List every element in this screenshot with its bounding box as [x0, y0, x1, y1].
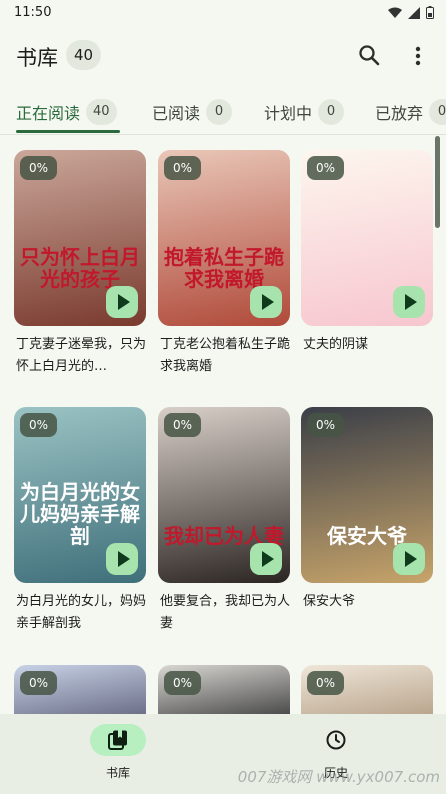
book-cover[interactable]: 0%: [301, 150, 433, 326]
play-icon: [261, 294, 274, 310]
book-card[interactable]: 我却已为人妻 0% 他要复合，我却已为人妻: [158, 407, 290, 647]
status-icons: [388, 6, 434, 19]
book-title: 为白月光的女儿，妈妈亲手解剖我: [16, 594, 147, 631]
book-card[interactable]: 0%: [158, 665, 290, 715]
tab-count-badge: 0: [429, 99, 446, 125]
tab-divider: [0, 134, 446, 135]
book-title: 保安大爷: [303, 594, 356, 609]
book-cover[interactable]: 0%: [158, 665, 290, 715]
more-vert-icon: [415, 46, 421, 66]
book-title: 丁克妻子迷晕我，只为怀上白月光的…: [16, 337, 147, 374]
nav-label: 书库: [105, 766, 130, 780]
book-card[interactable]: 保安大爷 0% 保安大爷: [301, 407, 433, 647]
nav-pill: [90, 724, 146, 756]
progress-badge: 0%: [164, 413, 202, 437]
status-bar: 11:50: [0, 0, 446, 26]
play-icon: [117, 294, 130, 310]
book-title: 他要复合，我却已为人妻: [160, 594, 291, 631]
app-bar: 书库 40: [0, 26, 446, 84]
nav-library[interactable]: 书库: [70, 724, 170, 788]
book-cover[interactable]: 为白月光的女儿妈妈亲手解剖 0%: [14, 407, 146, 583]
wifi-icon: [388, 7, 402, 18]
watermark: 007游戏网 www.yx007.com: [237, 768, 440, 786]
book-cover[interactable]: 我却已为人妻 0%: [158, 407, 290, 583]
book-cover[interactable]: 0%: [14, 665, 146, 715]
play-icon: [404, 551, 417, 567]
progress-badge: 0%: [20, 413, 58, 437]
cover-title-art: 只为怀上白月光的孩子: [20, 245, 140, 291]
progress-badge: 0%: [164, 156, 202, 180]
tab-planned[interactable]: 计划中 0: [264, 92, 345, 132]
book-card[interactable]: 抱着私生子跪求我离婚 0% 丁克老公抱着私生子跪求我离婚: [158, 150, 290, 390]
book-card[interactable]: 0%: [301, 665, 433, 715]
tab-read[interactable]: 已阅读 0: [152, 92, 233, 132]
book-card[interactable]: 0%: [14, 665, 146, 715]
book-title: 丈夫的阴谋: [303, 337, 369, 352]
cover-title-art: 抱着私生子跪求我离婚: [164, 245, 284, 291]
play-button[interactable]: [250, 286, 282, 318]
book-cover[interactable]: 保安大爷 0%: [301, 407, 433, 583]
play-button[interactable]: [393, 543, 425, 575]
book-card[interactable]: 0% 丈夫的阴谋: [301, 150, 433, 390]
progress-badge: 0%: [164, 671, 202, 695]
tab-label: 正在阅读: [16, 104, 81, 123]
tab-count-badge: 0: [318, 99, 345, 125]
tab-count-badge: 0: [206, 99, 233, 125]
scrollbar[interactable]: [435, 136, 440, 228]
tab-reading[interactable]: 正在阅读 40: [16, 92, 117, 132]
progress-badge: 0%: [307, 413, 345, 437]
book-title: 丁克老公抱着私生子跪求我离婚: [160, 337, 291, 374]
library-icon: [108, 730, 127, 750]
tab-label: 计划中: [264, 104, 313, 123]
play-button[interactable]: [106, 286, 138, 318]
book-cover[interactable]: 抱着私生子跪求我离婚 0%: [158, 150, 290, 326]
play-icon: [404, 294, 417, 310]
progress-badge: 0%: [307, 671, 345, 695]
library-count-badge: 40: [66, 40, 102, 70]
play-button[interactable]: [106, 543, 138, 575]
progress-badge: 0%: [307, 156, 345, 180]
play-icon: [117, 551, 130, 567]
book-card[interactable]: 为白月光的女儿妈妈亲手解剖 0% 为白月光的女儿，妈妈亲手解剖我: [14, 407, 146, 647]
active-tab-indicator: [16, 130, 120, 133]
play-button[interactable]: [250, 543, 282, 575]
book-card[interactable]: 只为怀上白月光的孩子 0% 丁克妻子迷晕我，只为怀上白月光的…: [14, 150, 146, 390]
search-button[interactable]: [356, 42, 384, 70]
cover-title-art: 为白月光的女儿妈妈亲手解剖: [20, 480, 140, 548]
signal-icon: [408, 6, 420, 19]
page-title: 书库: [16, 46, 58, 70]
status-time: 11:50: [14, 5, 52, 20]
battery-icon: [426, 6, 434, 19]
play-button[interactable]: [393, 286, 425, 318]
play-icon: [261, 551, 274, 567]
book-cover[interactable]: 0%: [301, 665, 433, 715]
progress-badge: 0%: [20, 156, 58, 180]
progress-badge: 0%: [20, 671, 58, 695]
history-icon: [326, 730, 346, 750]
tab-label: 已阅读: [152, 104, 201, 123]
more-options-button[interactable]: [406, 42, 430, 70]
search-icon: [359, 45, 380, 66]
nav-pill: [308, 724, 364, 756]
book-cover[interactable]: 只为怀上白月光的孩子 0%: [14, 150, 146, 326]
tab-label: 已放弃: [375, 104, 424, 123]
tab-count-badge: 40: [86, 99, 117, 125]
tab-abandoned[interactable]: 已放弃 0: [375, 92, 446, 132]
